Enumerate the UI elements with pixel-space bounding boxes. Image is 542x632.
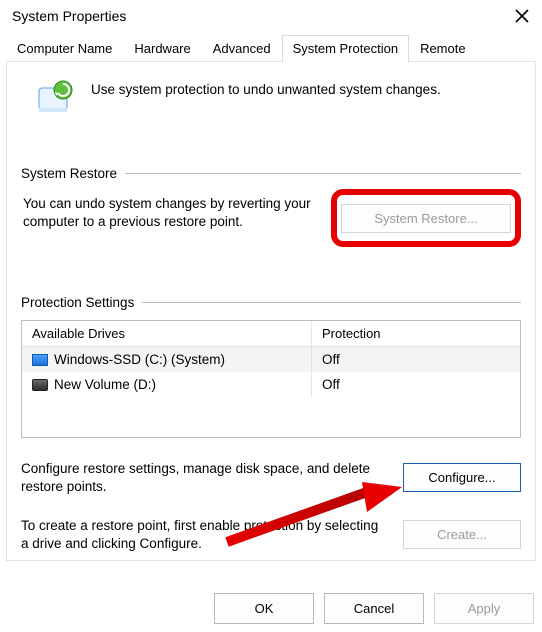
drive-protection-status: Off bbox=[312, 372, 520, 397]
col-available-drives[interactable]: Available Drives bbox=[22, 321, 312, 346]
group-protection-settings-label: Protection Settings bbox=[21, 295, 134, 310]
table-row[interactable]: Windows-SSD (C:) (System) Off bbox=[22, 347, 520, 372]
create-description: To create a restore point, first enable … bbox=[21, 517, 386, 552]
tab-hardware[interactable]: Hardware bbox=[123, 35, 201, 62]
system-restore-button[interactable]: System Restore... bbox=[341, 204, 511, 233]
tab-strip: Computer Name Hardware Advanced System P… bbox=[0, 34, 542, 61]
system-protection-icon bbox=[33, 78, 77, 122]
system-restore-description: You can undo system changes by reverting… bbox=[23, 195, 323, 231]
intro-row: Use system protection to undo unwanted s… bbox=[21, 76, 521, 128]
divider bbox=[142, 302, 521, 303]
configure-description: Configure restore settings, manage disk … bbox=[21, 460, 386, 495]
tab-remote[interactable]: Remote bbox=[409, 35, 477, 62]
group-protection-settings: Protection Settings bbox=[21, 295, 521, 310]
titlebar: System Properties bbox=[0, 0, 542, 34]
intro-text: Use system protection to undo unwanted s… bbox=[91, 78, 441, 97]
drives-table-header: Available Drives Protection bbox=[22, 321, 520, 347]
drives-table[interactable]: Available Drives Protection Windows-SSD … bbox=[21, 320, 521, 438]
configure-button[interactable]: Configure... bbox=[403, 463, 521, 492]
cancel-button[interactable]: Cancel bbox=[324, 593, 424, 624]
drive-name: New Volume (D:) bbox=[54, 377, 156, 392]
tab-advanced[interactable]: Advanced bbox=[202, 35, 282, 62]
tab-system-protection[interactable]: System Protection bbox=[282, 35, 410, 62]
drive-name: Windows-SSD (C:) (System) bbox=[54, 352, 225, 367]
window-title: System Properties bbox=[12, 8, 126, 24]
apply-button[interactable]: Apply bbox=[434, 593, 534, 624]
annotation-highlight: System Restore... bbox=[331, 189, 521, 247]
group-system-restore: System Restore bbox=[21, 166, 521, 181]
table-row[interactable]: New Volume (D:) Off bbox=[22, 372, 520, 397]
divider bbox=[125, 173, 521, 174]
drive-icon bbox=[32, 379, 48, 391]
tab-panel-system-protection: Use system protection to undo unwanted s… bbox=[6, 61, 536, 561]
tab-computer-name[interactable]: Computer Name bbox=[6, 35, 123, 62]
ok-button[interactable]: OK bbox=[214, 593, 314, 624]
drive-protection-status: Off bbox=[312, 347, 520, 372]
col-protection[interactable]: Protection bbox=[312, 321, 520, 346]
group-system-restore-label: System Restore bbox=[21, 166, 117, 181]
close-icon[interactable] bbox=[514, 8, 530, 24]
drive-icon bbox=[32, 354, 48, 366]
dialog-footer: OK Cancel Apply bbox=[214, 593, 534, 624]
create-button[interactable]: Create... bbox=[403, 520, 521, 549]
